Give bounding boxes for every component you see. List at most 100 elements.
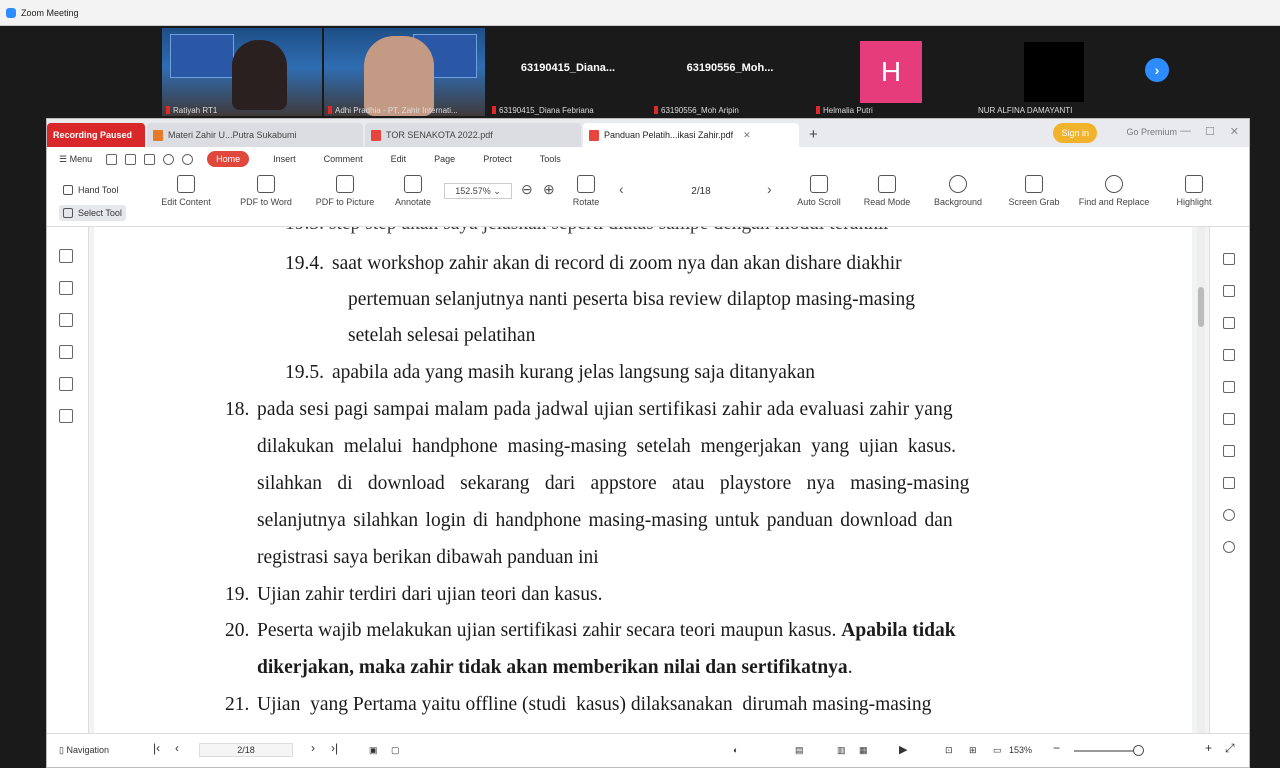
read-mode-button[interactable]: Read Mode (859, 175, 915, 207)
mic-muted-icon (654, 106, 658, 114)
tab-bar: Recording Paused Materi Zahir U...Putra … (47, 119, 1249, 147)
item-number: 20. (225, 620, 250, 641)
fullscreen-expand-icon[interactable]: ⤢ (1225, 741, 1235, 756)
participant-tile[interactable]: NUR ALFINA DAMAYANTI (974, 28, 1134, 116)
compress-icon[interactable] (1223, 349, 1235, 361)
print-icon[interactable] (144, 153, 156, 165)
convert-icon[interactable] (1223, 317, 1235, 329)
participant-tile[interactable]: Ratiyah RT1 (162, 28, 322, 116)
item-number: 19. (225, 584, 250, 605)
fit-page-icon[interactable]: ⊡ (945, 745, 953, 756)
help-icon[interactable] (1223, 541, 1235, 553)
next-page-icon[interactable]: › (1145, 58, 1169, 82)
save-icon[interactable] (125, 153, 137, 165)
share-icon[interactable] (1223, 477, 1235, 489)
zoom-level-select[interactable]: 152.57% ⌄ (444, 183, 512, 199)
slideshow-icon[interactable]: ▶ (899, 743, 907, 756)
ribbon-toolbar: Hand Tool Select Tool Edit Content PDF t… (47, 171, 1249, 227)
navigation-button[interactable]: ▯ Navigation (59, 745, 109, 756)
thumbnail-icon[interactable] (59, 281, 73, 295)
tab-materi[interactable]: Materi Zahir U...Putra Sukabumi (147, 123, 363, 147)
zoom-out-icon[interactable]: ⊖ (521, 181, 533, 198)
paragraph-line: saat workshop zahir akan di record di zo… (332, 253, 902, 274)
zoom-in-icon[interactable]: + (1205, 741, 1212, 755)
fit-width-icon[interactable]: ⊞ (969, 745, 977, 756)
pdf-to-word-icon (257, 175, 275, 193)
tab-home[interactable]: Home (207, 151, 250, 167)
last-page-icon[interactable]: ›| (331, 741, 338, 755)
first-page-icon[interactable]: |‹ (153, 741, 160, 755)
single-page-icon[interactable]: ▤ (795, 745, 804, 756)
print-icon[interactable] (1223, 445, 1235, 457)
menu-button[interactable]: ☰ Menu (59, 154, 92, 165)
redo-icon[interactable] (182, 153, 194, 165)
next-page-icon[interactable]: › (311, 741, 315, 755)
sign-icon[interactable] (1223, 413, 1235, 425)
minimize-icon[interactable]: — (1180, 125, 1191, 137)
signature-icon[interactable] (59, 377, 73, 391)
comment-icon[interactable] (59, 313, 73, 327)
paragraph-line: pertemuan selanjutnya nanti peserta bisa… (348, 289, 915, 310)
sign-in-button[interactable]: Sign in (1053, 123, 1097, 143)
tab-tools[interactable]: Tools (540, 154, 561, 164)
go-premium-button[interactable]: Go Premium (1126, 127, 1177, 137)
cursor-icon (63, 208, 73, 218)
tab-insert[interactable]: Insert (273, 154, 296, 164)
edit-content-button[interactable]: Edit Content (151, 175, 221, 207)
maximize-icon[interactable]: ☐ (1205, 125, 1215, 138)
highlight-button[interactable]: Highlight (1163, 175, 1225, 207)
previous-page-icon[interactable]: ‹ (175, 741, 179, 755)
hand-tool-button[interactable]: Hand Tool (63, 185, 118, 195)
actual-size-icon[interactable]: ▭ (993, 745, 1002, 756)
zoom-level[interactable]: 153% (1009, 745, 1032, 755)
pdf-to-word-button[interactable]: PDF to Word (229, 175, 303, 207)
zoom-out-icon[interactable]: − (1053, 741, 1060, 755)
select-tool-button[interactable]: Select Tool (59, 205, 126, 221)
zoom-slider-knob[interactable] (1133, 745, 1144, 756)
tab-protect[interactable]: Protect (483, 154, 512, 164)
tab-comment[interactable]: Comment (324, 154, 363, 164)
participant-tile[interactable]: 63190415_Diana... 63190415_Diana Febrian… (488, 28, 648, 116)
undo-icon[interactable] (163, 153, 175, 165)
play-icon[interactable]: ▣ (369, 745, 378, 756)
tab-tor-senakota[interactable]: TOR SENAKOTA 2022.pdf (365, 123, 581, 147)
next-page-icon[interactable]: › (767, 181, 772, 197)
rotate-button[interactable]: Rotate (565, 175, 607, 207)
find-replace-button[interactable]: Find and Replace (1073, 175, 1155, 207)
open-icon[interactable] (106, 153, 118, 165)
organize-icon[interactable] (1223, 381, 1235, 393)
participant-tile[interactable]: 63190556_Moh... 63190556_Moh Aripin (650, 28, 810, 116)
new-tab-icon[interactable]: + (809, 126, 818, 143)
layers-icon[interactable] (59, 409, 73, 423)
tab-panduan[interactable]: Panduan Pelatih...ikasi Zahir.pdf ✕ (583, 123, 799, 147)
screen-grab-button[interactable]: Screen Grab (1003, 175, 1065, 207)
continuous-page-icon[interactable]: ▥ (837, 745, 846, 756)
page-number-field[interactable]: 2/18 (641, 183, 761, 199)
participant-name: Ratiyah RT1 (173, 106, 218, 115)
previous-page-icon[interactable]: ‹ (619, 181, 624, 197)
participant-tile[interactable]: Adhi Pradhia - PT. Zahir Internati... (324, 28, 485, 116)
fullscreen-icon[interactable]: ▢ (391, 745, 400, 756)
scrollbar-thumb[interactable] (1198, 287, 1204, 327)
tab-edit[interactable]: Edit (391, 154, 407, 164)
zoom-in-icon[interactable]: ⊕ (543, 181, 555, 198)
page-number-input[interactable]: 2/18 (199, 743, 293, 757)
close-tab-icon[interactable]: ✕ (743, 130, 751, 141)
participant-tile[interactable]: H Helmalia Putri (812, 28, 972, 116)
background-button[interactable]: Background (923, 175, 993, 207)
bookmark-icon[interactable] (59, 249, 73, 263)
pdf-to-picture-button[interactable]: PDF to Picture (311, 175, 379, 207)
search-icon[interactable] (1223, 509, 1235, 521)
document-viewport[interactable]: 19.3. step step akan saya jelaskan seper… (89, 227, 1211, 735)
auto-scroll-button[interactable]: Auto Scroll (787, 175, 851, 207)
close-window-icon[interactable]: ✕ (1230, 125, 1239, 138)
properties-icon[interactable] (1223, 253, 1235, 265)
item-number: 21. (225, 694, 250, 715)
annotate-button[interactable]: Annotate (387, 175, 439, 207)
eye-care-icon[interactable]: ◐ (733, 745, 738, 755)
double-page-icon[interactable]: ▦ (859, 745, 868, 756)
edit-icon[interactable] (1223, 285, 1235, 297)
vertical-scrollbar[interactable] (1197, 227, 1205, 735)
attachment-icon[interactable] (59, 345, 73, 359)
tab-page[interactable]: Page (434, 154, 455, 164)
